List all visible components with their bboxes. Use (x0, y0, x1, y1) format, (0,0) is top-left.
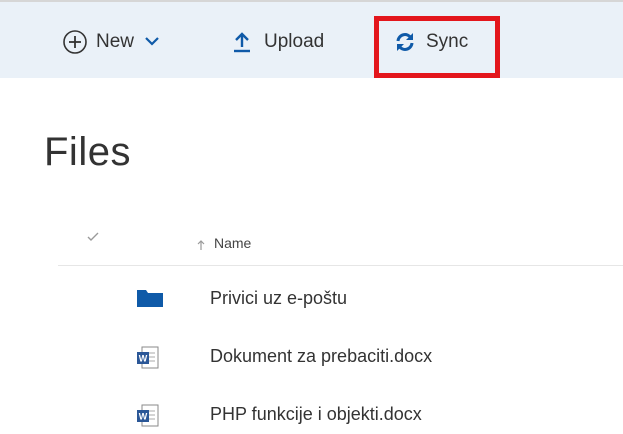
select-all-checkmark-icon[interactable] (86, 230, 100, 248)
page-title: Files (44, 130, 131, 174)
word-doc-icon: W (135, 403, 161, 434)
add-circle-icon (62, 29, 88, 55)
upload-arrow-icon (232, 30, 252, 54)
list-item[interactable]: W Dokument za prebaciti.docx (0, 335, 623, 381)
command-bar: New Upload Sync (0, 0, 623, 78)
upload-label: Upload (264, 31, 325, 52)
list-item[interactable]: Privici uz e-poštu (0, 277, 623, 323)
svg-text:W: W (139, 354, 148, 364)
file-name[interactable]: Privici uz e-poštu (210, 288, 347, 309)
sync-icon (394, 31, 416, 53)
chevron-down-icon (144, 31, 160, 53)
new-label: New (96, 31, 135, 52)
sort-ascending-icon (197, 238, 205, 256)
folder-icon (135, 287, 165, 314)
svg-text:W: W (139, 412, 148, 422)
new-button[interactable]: New (62, 24, 160, 60)
sync-button[interactable]: Sync (394, 24, 468, 60)
word-doc-icon: W (135, 345, 161, 376)
list-header: Name (58, 226, 623, 266)
upload-button[interactable]: Upload (232, 24, 324, 60)
sync-label: Sync (426, 31, 469, 52)
name-column-header[interactable]: Name (214, 235, 251, 251)
file-name[interactable]: Dokument za prebaciti.docx (210, 346, 432, 367)
list-item[interactable]: W PHP funkcije i objekti.docx (0, 393, 623, 434)
file-name[interactable]: PHP funkcije i objekti.docx (210, 404, 422, 425)
